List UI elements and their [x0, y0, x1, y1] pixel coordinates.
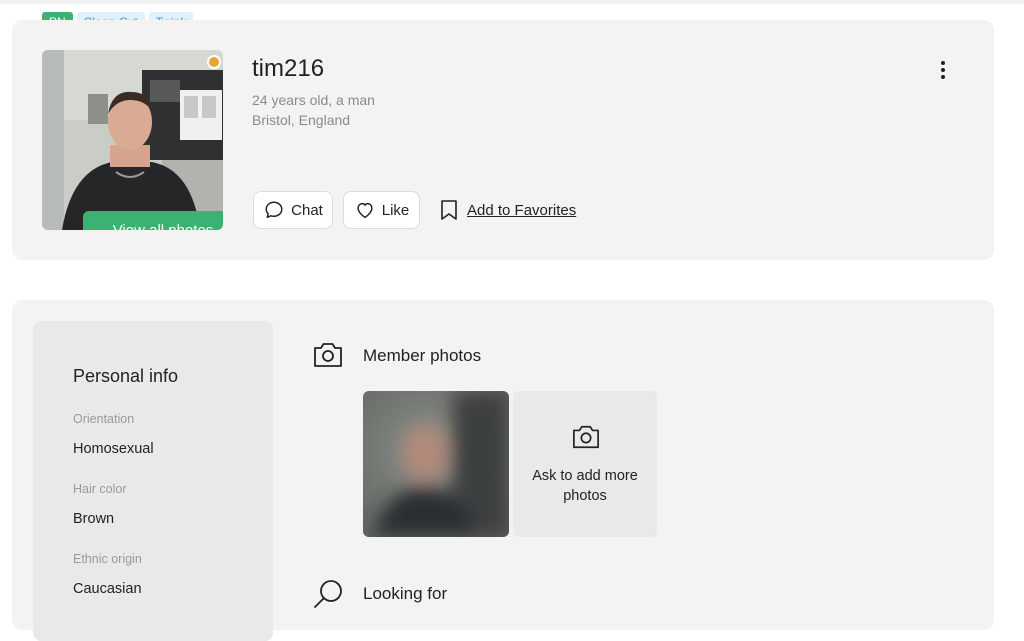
profile-photo-image [42, 50, 223, 230]
online-status-indicator [207, 55, 221, 69]
location: Bristol, England [252, 112, 351, 128]
profile-card: View all photos tim216 24 years old, a m… [12, 20, 994, 260]
hair-color-value: Brown [73, 511, 115, 527]
chat-bubble-icon [265, 201, 283, 219]
ask-more-photos-button[interactable]: Ask to add more photos [513, 391, 657, 537]
member-photos-title: Member photos [363, 346, 482, 365]
orientation-label: Orientation [73, 412, 135, 426]
looking-for-title: Looking for [363, 584, 448, 603]
camera-icon [314, 343, 342, 367]
ethnic-origin-label: Ethnic origin [73, 552, 142, 566]
personal-info-panel: Personal info Orientation Homosexual Hai… [33, 321, 273, 641]
like-label: Like [381, 201, 410, 219]
add-to-favorites-link[interactable]: Add to Favorites [439, 199, 576, 221]
hair-color-label: Hair color [73, 482, 127, 496]
camera-icon [573, 425, 599, 449]
chat-button[interactable]: Chat [253, 191, 333, 229]
more-dots-icon [941, 61, 945, 65]
blurred-photo-image [363, 391, 509, 537]
age-gender: 24 years old, a man [252, 92, 375, 108]
orientation-value: Homosexual [73, 441, 154, 457]
heart-icon [357, 202, 373, 219]
view-all-photos-button[interactable]: View all photos [83, 211, 223, 230]
top-divider [0, 0, 1024, 4]
bookmark-icon [441, 200, 457, 220]
chat-label: Chat [291, 201, 323, 219]
username: tim216 [252, 55, 325, 82]
member-photo-thumbnail[interactable] [363, 391, 509, 537]
favorites-label: Add to Favorites [467, 201, 577, 219]
personal-info-title: Personal info [73, 366, 179, 386]
ethnic-origin-value: Caucasian [73, 581, 142, 597]
details-card: Personal info Orientation Homosexual Hai… [12, 300, 994, 641]
like-button[interactable]: Like [343, 191, 420, 229]
profile-photo[interactable]: View all photos [42, 50, 223, 230]
ask-more-photos-label: Ask to add more photos [532, 468, 638, 504]
more-options-button[interactable] [933, 60, 953, 80]
search-icon [314, 580, 342, 608]
